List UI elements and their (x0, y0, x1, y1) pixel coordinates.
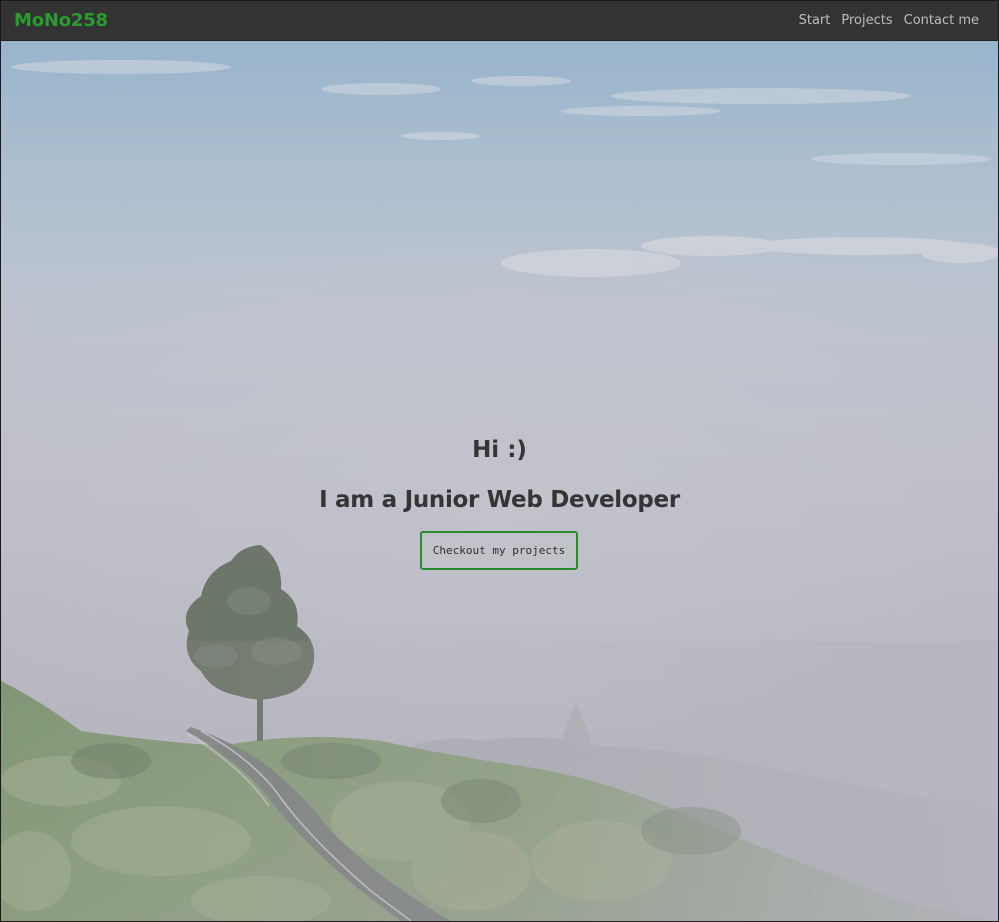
nav-link-start[interactable]: Start (799, 13, 831, 28)
checkout-projects-button[interactable]: Checkout my projects (420, 531, 578, 570)
hero-background-image (1, 41, 998, 921)
nav-link-contact[interactable]: Contact me (904, 13, 979, 28)
browser-frame: MoNo258 Start Projects Contact me Hi:) … (0, 0, 999, 922)
hero-section: Hi :) I am a Junior Web Developer Checko… (1, 41, 998, 921)
hero-greeting: Hi :) (472, 437, 527, 463)
nav-links: Start Projects Contact me (799, 13, 979, 28)
brand-logo[interactable]: MoNo258 (14, 10, 108, 31)
nav-link-projects[interactable]: Projects (841, 13, 892, 28)
hero-tagline: I am a Junior Web Developer (319, 487, 680, 513)
navbar: MoNo258 Start Projects Contact me (1, 1, 998, 41)
